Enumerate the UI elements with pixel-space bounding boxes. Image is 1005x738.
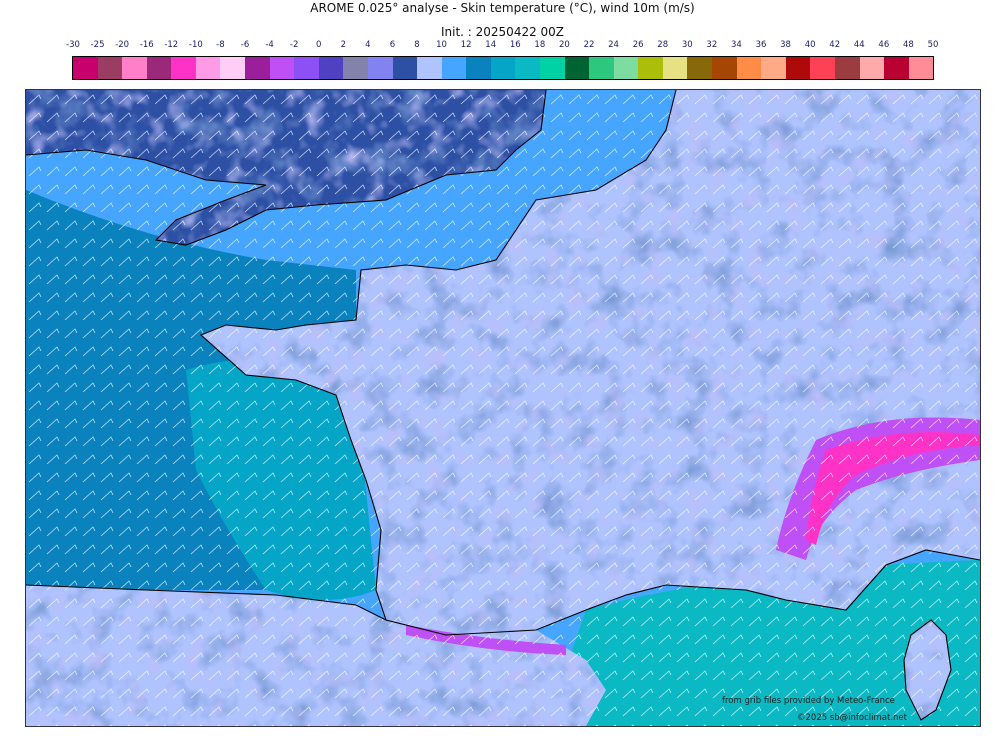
colorbar-cell bbox=[146, 57, 172, 79]
colorbar-cell bbox=[834, 57, 860, 79]
colorbar-tick-label: 38 bbox=[780, 40, 791, 50]
colorbar-cell bbox=[761, 57, 786, 79]
colorbar-cell bbox=[859, 57, 885, 79]
colorbar-tick-label: -6 bbox=[240, 40, 250, 50]
colorbar-tick-label: -8 bbox=[216, 40, 225, 50]
map-svg bbox=[26, 90, 980, 726]
colorbar-cell bbox=[687, 57, 713, 79]
colorbar-cell bbox=[662, 57, 688, 79]
colorbar-cell bbox=[392, 57, 418, 79]
colorbar-tick-label: 12 bbox=[460, 40, 472, 50]
colorbar-tick-label: -10 bbox=[188, 40, 203, 50]
colorbar-tick-label: -16 bbox=[139, 40, 154, 50]
colorbar-tick-label: -25 bbox=[90, 40, 105, 50]
init-time-label: Init. : 20250422 00Z bbox=[440, 25, 565, 39]
colorbar-cell bbox=[490, 57, 516, 79]
colorbar-tick-label: 34 bbox=[731, 40, 742, 50]
colorbar-cell bbox=[466, 57, 491, 79]
colorbar-cell bbox=[220, 57, 246, 79]
colorbar-tick-label: 18 bbox=[534, 40, 546, 50]
colorbar-cell bbox=[122, 57, 147, 79]
colorbar-tick-label: 46 bbox=[878, 40, 890, 50]
colorbar-tick-label: 26 bbox=[632, 40, 644, 50]
colorbar-tick-label: 16 bbox=[509, 40, 521, 50]
colorbar-tick-label: 28 bbox=[657, 40, 669, 50]
colorbar-cell bbox=[441, 57, 467, 79]
colorbar-cell bbox=[564, 57, 590, 79]
colorbar-tick-label: 30 bbox=[681, 40, 693, 50]
copyright-credit: ©2025 sb@infoclimat.net bbox=[797, 713, 907, 723]
chart-title: AROME 0.025° analyse - Skin temperature … bbox=[310, 1, 695, 15]
colorbar-tick-label: 32 bbox=[706, 40, 718, 50]
colorbar-cell bbox=[613, 57, 639, 79]
colorbar-cell bbox=[97, 57, 123, 79]
colorbar-cell bbox=[195, 57, 221, 79]
colorbar-tick-label: 42 bbox=[829, 40, 841, 50]
colorbar-tick-label: 24 bbox=[608, 40, 619, 50]
colorbar-cell bbox=[367, 57, 393, 79]
colorbar-tick-label: 40 bbox=[804, 40, 816, 50]
colorbar-cell bbox=[736, 57, 762, 79]
colorbar-cell bbox=[908, 57, 934, 79]
temperature-colorbar: -30 -25 -20 -16 -12 -10 -8 -6 -4 -2 0 2 4 6 8 10 12 14 16 1… bbox=[66, 40, 938, 82]
weather-map[interactable] bbox=[25, 89, 981, 727]
colorbar-cell bbox=[539, 57, 565, 79]
colorbar-cell bbox=[810, 57, 835, 79]
colorbar-cell bbox=[73, 57, 98, 79]
colorbar-tick-label: 0 bbox=[315, 40, 322, 50]
colorbar-cell bbox=[269, 57, 295, 79]
colorbar-tick-label: -30 bbox=[66, 40, 80, 50]
colorbar-cell bbox=[294, 57, 319, 79]
colorbar-cell bbox=[884, 57, 909, 79]
colorbar-cell bbox=[245, 57, 270, 79]
colorbar-tick-label: 20 bbox=[559, 40, 570, 50]
colorbar-tick-label: 6 bbox=[389, 40, 396, 50]
colorbar-tick-label: 22 bbox=[583, 40, 595, 50]
colorbar-cell bbox=[785, 57, 811, 79]
colorbar-tick-label: 48 bbox=[903, 40, 914, 50]
colorbar-tick-label: 4 bbox=[365, 40, 371, 50]
colorbar-tick-label: 44 bbox=[853, 40, 865, 50]
colorbar-tick-label: -20 bbox=[115, 40, 130, 50]
data-source-credit: from grib files provided by Meteo-France bbox=[722, 696, 895, 706]
colorbar-tick-label: -4 bbox=[265, 40, 274, 50]
colorbar-cell bbox=[343, 57, 368, 79]
colorbar-cell bbox=[515, 57, 540, 79]
colorbar-cell bbox=[638, 57, 663, 79]
colorbar-cells bbox=[72, 56, 934, 80]
colorbar-tick-label: 2 bbox=[340, 40, 346, 50]
colorbar-cell bbox=[171, 57, 196, 79]
colorbar-cell bbox=[712, 57, 737, 79]
colorbar-tick-label: 8 bbox=[414, 40, 420, 50]
colorbar-tick-label: -2 bbox=[289, 40, 299, 50]
colorbar-cell bbox=[318, 57, 344, 79]
wind-barbs bbox=[26, 90, 980, 726]
colorbar-cell bbox=[417, 57, 442, 79]
colorbar-tick-label: 14 bbox=[485, 40, 497, 50]
colorbar-tick-label: 10 bbox=[436, 40, 447, 50]
colorbar-tick-label: 36 bbox=[755, 40, 767, 50]
colorbar-tick-label: 50 bbox=[927, 40, 939, 50]
colorbar-cell bbox=[589, 57, 614, 79]
colorbar-tick-label: -12 bbox=[164, 40, 179, 50]
